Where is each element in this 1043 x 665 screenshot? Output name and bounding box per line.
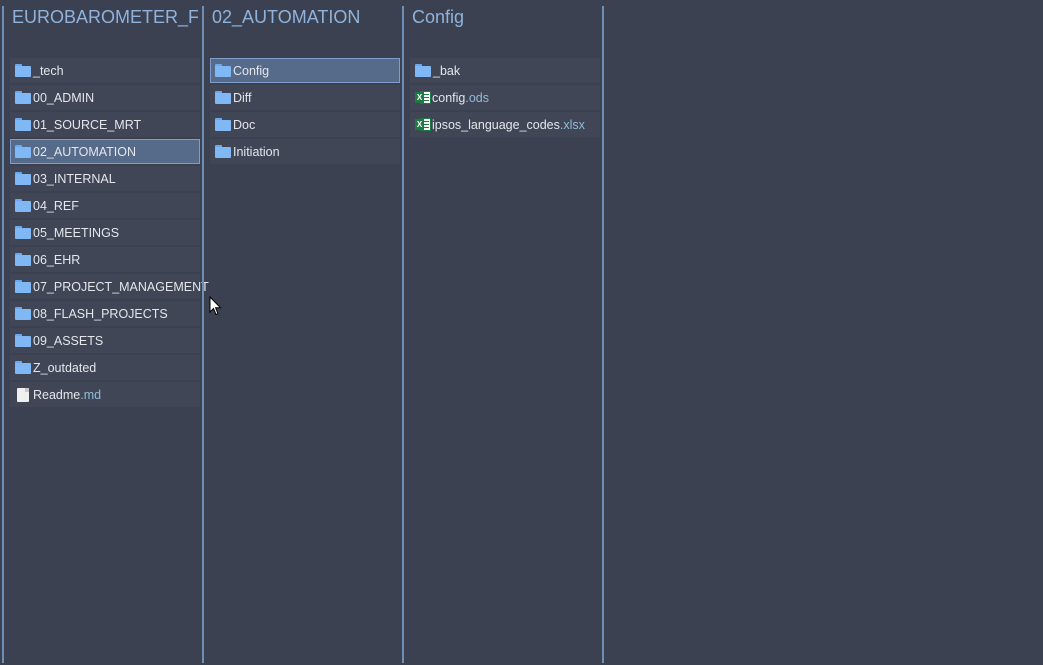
column-title: EUROBAROMETER_FL... <box>12 7 198 27</box>
folder-item[interactable]: 04_REF <box>10 193 200 218</box>
folder-icon <box>15 118 31 131</box>
folder-icon <box>15 334 31 347</box>
item-name: _bak <box>433 63 461 78</box>
column-2: 02_AUTOMATION Config Diff Doc Initiation <box>202 6 400 663</box>
item-name: 09_ASSETS <box>33 333 104 348</box>
file-item[interactable]: Xipsos_language_codes .xlsx <box>410 112 600 137</box>
item-name: 02_AUTOMATION <box>33 144 137 159</box>
folder-item[interactable]: Diff <box>210 85 400 110</box>
column-1: EUROBAROMETER_FL... _tech 00_ADMIN 01_SOURC… <box>2 6 209 663</box>
folder-icon <box>15 199 31 212</box>
file-item[interactable]: Xconfig .ods <box>410 85 600 110</box>
item-name: _tech <box>33 63 64 78</box>
item-name: 04_REF <box>33 198 79 213</box>
folder-icon <box>15 361 31 374</box>
item-name: Config <box>233 63 270 78</box>
folder-item[interactable]: Initiation <box>210 139 400 164</box>
folder-icon <box>215 91 231 104</box>
item-name: 08_FLASH_PROJECTS <box>33 306 168 321</box>
column-title: Config <box>412 7 465 27</box>
folder-item[interactable]: 09_ASSETS <box>10 328 200 353</box>
document-icon <box>17 387 29 402</box>
column-4 <box>602 6 800 663</box>
folder-item[interactable]: 02_AUTOMATION <box>10 139 200 164</box>
item-name: 07_PROJECT_MANAGEMENT <box>33 279 209 294</box>
folder-item[interactable]: 00_ADMIN <box>10 85 200 110</box>
column-title: 02_AUTOMATION <box>212 7 361 27</box>
item-list: _tech 00_ADMIN 01_SOURCE_MRT 02_AUTOMATION 0… <box>10 58 209 409</box>
item-name: Initiation <box>233 144 280 159</box>
folder-item[interactable]: _tech <box>10 58 200 83</box>
item-name: 00_ADMIN <box>33 90 95 105</box>
folder-item[interactable]: 05_MEETINGS <box>10 220 200 245</box>
folder-item[interactable]: 08_FLASH_PROJECTS <box>10 301 200 326</box>
folder-item[interactable]: 01_SOURCE_MRT <box>10 112 200 137</box>
mouse-cursor-icon <box>209 296 222 316</box>
item-name: Readme <box>33 387 81 402</box>
item-list: Config Diff Doc Initiation <box>210 58 400 166</box>
column-3: Config _bak Xconfig .ods Xipsos_language_cod… <box>402 6 600 663</box>
folder-icon <box>15 280 31 293</box>
folder-item[interactable]: 06_EHR <box>10 247 200 272</box>
file-item[interactable]: Readme .md <box>10 382 200 407</box>
item-name: Doc <box>233 117 256 132</box>
item-name: 05_MEETINGS <box>33 225 120 240</box>
folder-icon <box>215 64 231 77</box>
folder-icon <box>15 307 31 320</box>
item-name: 01_SOURCE_MRT <box>33 117 142 132</box>
item-extension: .xlsx <box>559 117 585 132</box>
folder-icon <box>215 118 231 131</box>
folder-icon <box>15 145 31 158</box>
item-name: 06_EHR <box>33 252 81 267</box>
folder-icon <box>15 172 31 185</box>
item-name: config <box>432 90 466 105</box>
item-name: Diff <box>233 90 252 105</box>
item-name: ipsos_language_codes <box>432 117 560 132</box>
folder-icon <box>15 253 31 266</box>
folder-icon <box>215 145 231 158</box>
folder-icon <box>15 226 31 239</box>
folder-item[interactable]: Z_outdated <box>10 355 200 380</box>
folder-icon <box>15 64 31 77</box>
item-extension: .ods <box>465 90 489 105</box>
folder-icon <box>15 91 31 104</box>
item-list: _bak Xconfig .ods Xipsos_language_codes .xls… <box>410 58 600 139</box>
spreadsheet-icon: X <box>415 117 431 132</box>
folder-item[interactable]: 07_PROJECT_MANAGEMENT <box>10 274 209 299</box>
folder-item[interactable]: 03_INTERNAL <box>10 166 200 191</box>
spreadsheet-icon: X <box>415 90 431 105</box>
item-extension: .md <box>80 387 102 402</box>
item-name: 03_INTERNAL <box>33 171 116 186</box>
folder-item[interactable]: _bak <box>410 58 600 83</box>
folder-icon <box>415 64 431 77</box>
folder-item[interactable]: Config <box>210 58 400 83</box>
folder-item[interactable]: Doc <box>210 112 400 137</box>
item-name: Z_outdated <box>33 360 97 375</box>
